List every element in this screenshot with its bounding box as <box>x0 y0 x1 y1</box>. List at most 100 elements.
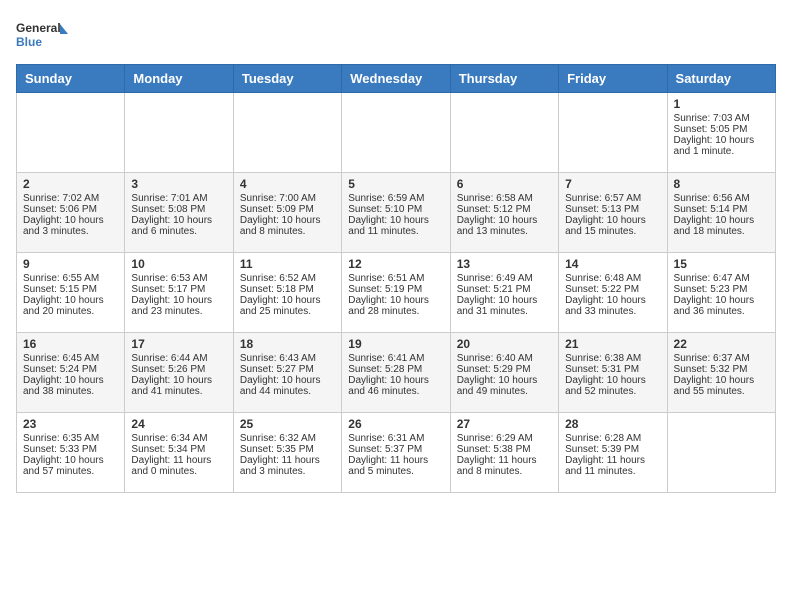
day-info: Daylight: 10 hours and 20 minutes. <box>23 295 118 317</box>
day-info: Sunrise: 6:41 AM <box>348 353 443 364</box>
day-number: 16 <box>23 337 118 351</box>
day-info: Sunset: 5:37 PM <box>348 444 443 455</box>
weekday-header-wednesday: Wednesday <box>342 65 450 93</box>
day-info: Sunrise: 6:40 AM <box>457 353 552 364</box>
day-info: Daylight: 11 hours and 0 minutes. <box>131 455 226 477</box>
day-number: 3 <box>131 177 226 191</box>
day-info: Sunrise: 6:38 AM <box>565 353 660 364</box>
day-info: Sunset: 5:21 PM <box>457 284 552 295</box>
week-row-4: 16Sunrise: 6:45 AMSunset: 5:24 PMDayligh… <box>17 333 776 413</box>
day-info: Sunrise: 6:57 AM <box>565 193 660 204</box>
day-number: 27 <box>457 417 552 431</box>
day-info: Sunset: 5:24 PM <box>23 364 118 375</box>
logo: General Blue <box>16 16 68 52</box>
day-info: Daylight: 11 hours and 11 minutes. <box>565 455 660 477</box>
day-info: Daylight: 10 hours and 13 minutes. <box>457 215 552 237</box>
calendar-cell: 3 Sunrise: 7:01 AMSunset: 5:08 PMDaylight… <box>125 173 233 253</box>
day-info: Sunrise: 6:45 AM <box>23 353 118 364</box>
day-number: 22 <box>674 337 769 351</box>
day-info: Daylight: 10 hours and 28 minutes. <box>348 295 443 317</box>
calendar-cell: 11Sunrise: 6:52 AMSunset: 5:18 PMDayligh… <box>233 253 341 333</box>
day-info: Daylight: 10 hours and 6 minutes. <box>131 215 226 237</box>
day-number: 18 <box>240 337 335 351</box>
page-header: General Blue <box>16 16 776 52</box>
calendar-cell: 24Sunrise: 6:34 AMSunset: 5:34 PMDayligh… <box>125 413 233 493</box>
day-info: Sunset: 5:10 PM <box>348 204 443 215</box>
day-info: Daylight: 10 hours and 36 minutes. <box>674 295 769 317</box>
day-number: 11 <box>240 257 335 271</box>
day-info: Sunset: 5:28 PM <box>348 364 443 375</box>
day-info: Sunset: 5:27 PM <box>240 364 335 375</box>
day-number: 26 <box>348 417 443 431</box>
day-number: 20 <box>457 337 552 351</box>
day-info: Daylight: 10 hours and 38 minutes. <box>23 375 118 397</box>
day-number: 14 <box>565 257 660 271</box>
day-number: 10 <box>131 257 226 271</box>
day-info: Sunset: 5:14 PM <box>674 204 769 215</box>
calendar-cell: 10Sunrise: 6:53 AMSunset: 5:17 PMDayligh… <box>125 253 233 333</box>
day-number: 2 <box>23 177 118 191</box>
calendar-cell: 22Sunrise: 6:37 AMSunset: 5:32 PMDayligh… <box>667 333 775 413</box>
day-number: 13 <box>457 257 552 271</box>
weekday-header-tuesday: Tuesday <box>233 65 341 93</box>
weekday-header-thursday: Thursday <box>450 65 558 93</box>
weekday-header-monday: Monday <box>125 65 233 93</box>
day-info: Daylight: 11 hours and 5 minutes. <box>348 455 443 477</box>
day-info: Daylight: 10 hours and 15 minutes. <box>565 215 660 237</box>
calendar-cell: 14Sunrise: 6:48 AMSunset: 5:22 PMDayligh… <box>559 253 667 333</box>
day-info: Daylight: 10 hours and 41 minutes. <box>131 375 226 397</box>
day-info: Sunrise: 7:01 AM <box>131 193 226 204</box>
day-info: Sunset: 5:38 PM <box>457 444 552 455</box>
day-info: Sunset: 5:08 PM <box>131 204 226 215</box>
day-info: Sunset: 5:33 PM <box>23 444 118 455</box>
day-number: 6 <box>457 177 552 191</box>
day-info: Sunset: 5:31 PM <box>565 364 660 375</box>
calendar-cell: 1Sunrise: 7:03 AMSunset: 5:05 PMDaylight… <box>667 93 775 173</box>
calendar-cell: 16 Sunrise: 6:45 AMSunset: 5:24 PMDayligh… <box>17 333 125 413</box>
calendar-cell: 25Sunrise: 6:32 AMSunset: 5:35 PMDayligh… <box>233 413 341 493</box>
day-number: 25 <box>240 417 335 431</box>
day-info: Daylight: 10 hours and 52 minutes. <box>565 375 660 397</box>
day-number: 5 <box>348 177 443 191</box>
day-number: 19 <box>348 337 443 351</box>
day-info: Sunrise: 6:58 AM <box>457 193 552 204</box>
day-info: Daylight: 10 hours and 55 minutes. <box>674 375 769 397</box>
day-info: Sunrise: 6:28 AM <box>565 433 660 444</box>
calendar-cell <box>667 413 775 493</box>
day-info: Sunset: 5:29 PM <box>457 364 552 375</box>
day-info: Daylight: 10 hours and 44 minutes. <box>240 375 335 397</box>
day-info: Sunset: 5:26 PM <box>131 364 226 375</box>
day-info: Sunset: 5:06 PM <box>23 204 118 215</box>
calendar-cell <box>125 93 233 173</box>
day-info: Daylight: 10 hours and 8 minutes. <box>240 215 335 237</box>
calendar-cell: 18 Sunrise: 6:43 AMSunset: 5:27 PMDayligh… <box>233 333 341 413</box>
calendar-cell: 6 Sunrise: 6:58 AMSunset: 5:12 PMDaylight… <box>450 173 558 253</box>
calendar-cell: 28Sunrise: 6:28 AMSunset: 5:39 PMDayligh… <box>559 413 667 493</box>
day-number: 9 <box>23 257 118 271</box>
day-number: 24 <box>131 417 226 431</box>
calendar-cell <box>233 93 341 173</box>
day-info: Sunset: 5:23 PM <box>674 284 769 295</box>
day-info: Sunrise: 6:32 AM <box>240 433 335 444</box>
day-number: 8 <box>674 177 769 191</box>
calendar-cell: 26Sunrise: 6:31 AMSunset: 5:37 PMDayligh… <box>342 413 450 493</box>
calendar-cell: 5Sunrise: 6:59 AMSunset: 5:10 PMDaylight… <box>342 173 450 253</box>
week-row-5: 23Sunrise: 6:35 AMSunset: 5:33 PMDayligh… <box>17 413 776 493</box>
day-info: Sunset: 5:18 PM <box>240 284 335 295</box>
day-info: Sunrise: 6:51 AM <box>348 273 443 284</box>
calendar-cell: 17Sunrise: 6:44 AMSunset: 5:26 PMDayligh… <box>125 333 233 413</box>
svg-text:Blue: Blue <box>16 35 42 49</box>
day-number: 15 <box>674 257 769 271</box>
day-info: Daylight: 10 hours and 25 minutes. <box>240 295 335 317</box>
calendar-cell: 12Sunrise: 6:51 AMSunset: 5:19 PMDayligh… <box>342 253 450 333</box>
calendar-cell: 15Sunrise: 6:47 AMSunset: 5:23 PMDayligh… <box>667 253 775 333</box>
day-info: Sunset: 5:09 PM <box>240 204 335 215</box>
day-info: Sunset: 5:17 PM <box>131 284 226 295</box>
calendar-cell: 23Sunrise: 6:35 AMSunset: 5:33 PMDayligh… <box>17 413 125 493</box>
day-info: Sunset: 5:12 PM <box>457 204 552 215</box>
day-info: Sunrise: 6:56 AM <box>674 193 769 204</box>
day-number: 21 <box>565 337 660 351</box>
day-info: Sunrise: 6:37 AM <box>674 353 769 364</box>
day-info: Sunrise: 6:43 AM <box>240 353 335 364</box>
day-number: 17 <box>131 337 226 351</box>
